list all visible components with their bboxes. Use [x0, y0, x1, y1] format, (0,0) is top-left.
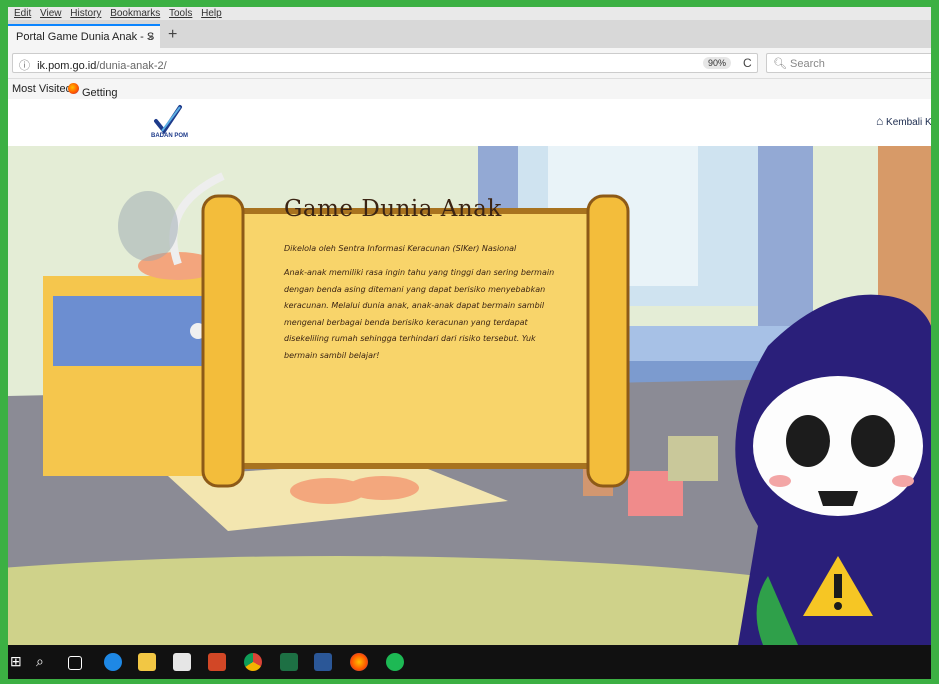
reload-icon[interactable]: C: [743, 56, 752, 70]
tab-strip: Portal Game Dunia Anak - S × +: [8, 20, 931, 48]
character-cheek-right: [892, 475, 914, 487]
scroll-body-line: dengan benda asing ditemani yang dapat b…: [284, 284, 546, 294]
close-tab-icon[interactable]: ×: [147, 30, 154, 44]
home-link[interactable]: ⌂ Kembali K: [876, 114, 931, 128]
zoom-indicator[interactable]: 90%: [703, 57, 732, 69]
home-icon: ⌂: [876, 114, 884, 128]
scroll-body-line: disekeliling rumah sehingga terhindari d…: [284, 334, 536, 343]
character-teeth: [818, 491, 858, 506]
windows-taskbar: ⊞ ⌕: [8, 645, 931, 679]
menu-tools[interactable]: Tools: [169, 7, 192, 20]
character-cheek-left: [769, 475, 791, 487]
excel-icon[interactable]: [280, 653, 298, 671]
tab-portal-game[interactable]: Portal Game Dunia Anak - S ×: [8, 24, 160, 48]
menu-bookmarks[interactable]: Bookmarks: [110, 7, 160, 20]
logo-text: BADAN POM: [151, 133, 188, 139]
url-host: ik.pom.go.id: [37, 60, 97, 72]
scroll-title: Game Dunia Anak: [284, 196, 502, 222]
character-eye-left: [786, 415, 830, 467]
web-page: BADAN POM ⌂ Kembali K Game Dunia Anak Di…: [8, 100, 931, 645]
info-icon[interactable]: ⓘ: [19, 60, 30, 72]
search-input[interactable]: 🔍︎ Search: [766, 53, 931, 73]
file-explorer-icon[interactable]: [138, 653, 156, 671]
tab-title: Portal Game Dunia Anak - S: [16, 31, 155, 43]
spotify-icon[interactable]: [386, 653, 404, 671]
menu-view[interactable]: View: [40, 7, 62, 20]
scroll-body-line: Anak-anak memiliki rasa ingin tahu yang …: [284, 268, 555, 277]
powerpoint-icon[interactable]: [208, 653, 226, 671]
bookmark-most-visited[interactable]: Most Visited: [12, 83, 72, 95]
firefox-icon: [68, 83, 79, 94]
bookmarks-toolbar: Most Visited Getting Started: [8, 79, 931, 111]
edge-icon[interactable]: [104, 653, 122, 671]
warning-exclamation: [834, 574, 842, 598]
word-icon[interactable]: [314, 653, 332, 671]
scroll-body-line: bermain sambil belajar!: [284, 350, 380, 360]
lamp-shadow: [118, 191, 178, 261]
scroll-body-line: keracunan. Melalui dunia anak, anak-anak…: [284, 301, 545, 310]
warning-exclamation-dot: [834, 602, 842, 610]
search-icon: 🔍︎: [773, 58, 787, 70]
bookmark-getting-started[interactable]: Getting Started: [68, 83, 117, 111]
character-eye-right: [851, 415, 895, 467]
home-label: Kembali K: [886, 117, 931, 128]
search-placeholder: Search: [790, 58, 825, 70]
menu-edit[interactable]: Edit: [14, 7, 31, 20]
site-header: BADAN POM ⌂ Kembali K: [8, 100, 931, 146]
menu-help[interactable]: Help: [201, 7, 222, 20]
chrome-icon[interactable]: [244, 653, 262, 671]
task-view-icon[interactable]: [68, 656, 82, 670]
browser-window: Edit View History Bookmarks Tools Help P…: [8, 7, 931, 679]
url-path: /dunia-anak-2/: [96, 60, 167, 72]
firefox-taskbar-icon[interactable]: [350, 653, 368, 671]
new-tab-button[interactable]: +: [168, 26, 177, 44]
search-taskbar-icon[interactable]: ⌕: [36, 653, 54, 671]
menu-history[interactable]: History: [70, 7, 101, 20]
address-bar[interactable]: ⓘ ik.pom.go.id/dunia-anak-2/ 90% C: [12, 53, 758, 73]
navigation-bar: ⓘ ik.pom.go.id/dunia-anak-2/ 90% C 🔍︎ Se…: [8, 48, 931, 79]
scroll-roll-right: [586, 194, 630, 488]
slipper-right: [347, 476, 419, 500]
scroll-roll-left: [201, 194, 245, 488]
store-icon[interactable]: [173, 653, 191, 671]
scroll-body-line: mengenal berbagai benda berisiko keracun…: [284, 317, 528, 327]
scroll-body: Anak-anak memiliki rasa ingin tahu yang …: [284, 265, 574, 364]
toy-block-green: [668, 436, 718, 481]
menu-bar: Edit View History Bookmarks Tools Help: [8, 7, 931, 20]
scroll-subtitle: Dikelola oleh Sentra Informasi Keracunan…: [284, 244, 517, 253]
start-icon[interactable]: ⊞: [10, 653, 28, 671]
